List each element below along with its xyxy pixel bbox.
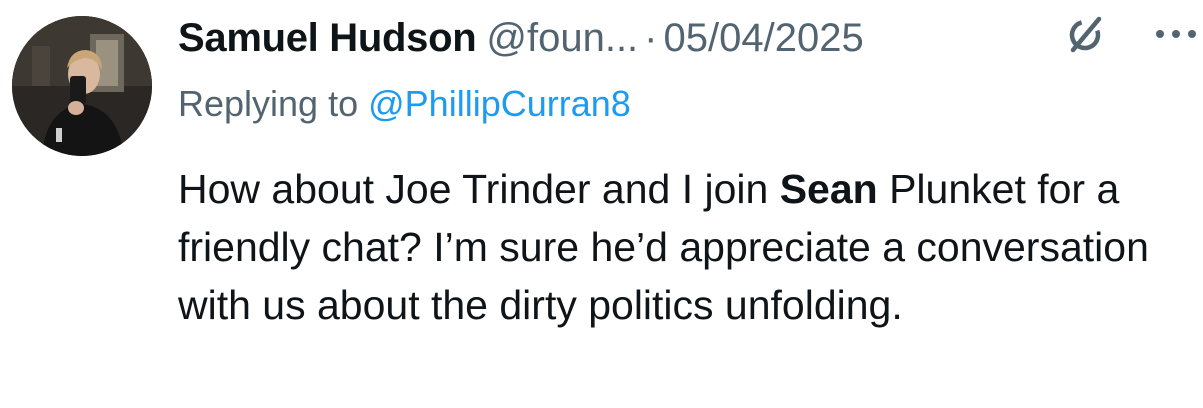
avatar[interactable] bbox=[12, 16, 152, 156]
tweet-text: How about Joe Trinder and I join Sean Pl… bbox=[178, 160, 1188, 334]
reply-context: Replying to @PhillipCurran8 bbox=[178, 80, 631, 128]
user-handle[interactable]: @foun... bbox=[486, 16, 638, 60]
avatar-photo bbox=[12, 16, 152, 156]
tweet-header: Samuel Hudson @foun... · 05/04/2025 bbox=[178, 12, 1203, 64]
tweet-text-part1: How about Joe Trinder and I join bbox=[178, 166, 780, 212]
tweet-text-bold: Sean bbox=[779, 166, 878, 212]
display-name[interactable]: Samuel Hudson bbox=[178, 16, 477, 60]
grok-icon[interactable] bbox=[1064, 12, 1108, 56]
more-icon[interactable] bbox=[1148, 22, 1203, 46]
separator-dot: · bbox=[644, 16, 658, 60]
replying-to-label: Replying to bbox=[178, 83, 359, 124]
reply-mention-link[interactable]: @PhillipCurran8 bbox=[368, 83, 631, 124]
tweet[interactable]: Samuel Hudson @foun... · 05/04/2025 Replyin… bbox=[0, 0, 1203, 408]
tweet-date[interactable]: 05/04/2025 bbox=[664, 16, 864, 60]
